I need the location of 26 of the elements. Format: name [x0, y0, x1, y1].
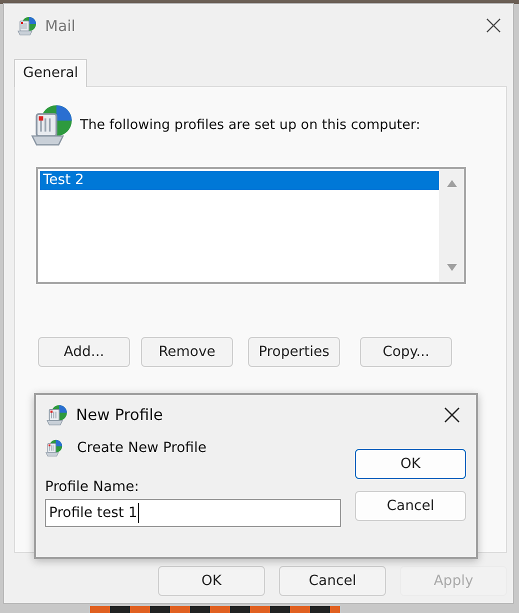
dialog-title: New Profile — [76, 406, 163, 424]
server-globe-icon — [30, 103, 74, 147]
button[interactable]: Add... — [38, 337, 130, 367]
button[interactable]: OK — [158, 566, 265, 596]
profile-list[interactable]: Test 2 — [36, 167, 466, 284]
server-globe-icon — [45, 439, 63, 457]
profile-name-field[interactable]: Profile test 1 — [45, 499, 341, 527]
dialog-heading: Create New Profile — [77, 440, 206, 456]
window-title: Mail — [45, 16, 76, 34]
button[interactable]: Cancel — [279, 566, 386, 596]
button[interactable]: OK — [355, 449, 466, 479]
close-icon[interactable] — [486, 18, 501, 33]
close-icon[interactable] — [444, 407, 460, 423]
tab[interactable]: General — [14, 59, 88, 87]
button[interactable]: Properties — [248, 337, 340, 367]
button[interactable]: Copy... — [360, 337, 452, 367]
server-globe-icon — [46, 404, 68, 426]
scroll-up-icon[interactable] — [446, 179, 458, 187]
button[interactable]: Cancel — [355, 491, 466, 521]
scroll-down-icon[interactable] — [446, 264, 458, 272]
field-label: Profile Name: — [45, 479, 140, 495]
button[interactable]: Remove — [141, 337, 233, 367]
scrollbar[interactable] — [439, 169, 464, 282]
server-globe-icon — [17, 16, 37, 36]
heading-text: The following profiles are set up on this computer: — [80, 117, 420, 133]
list-item[interactable]: Test 2 — [40, 171, 439, 190]
